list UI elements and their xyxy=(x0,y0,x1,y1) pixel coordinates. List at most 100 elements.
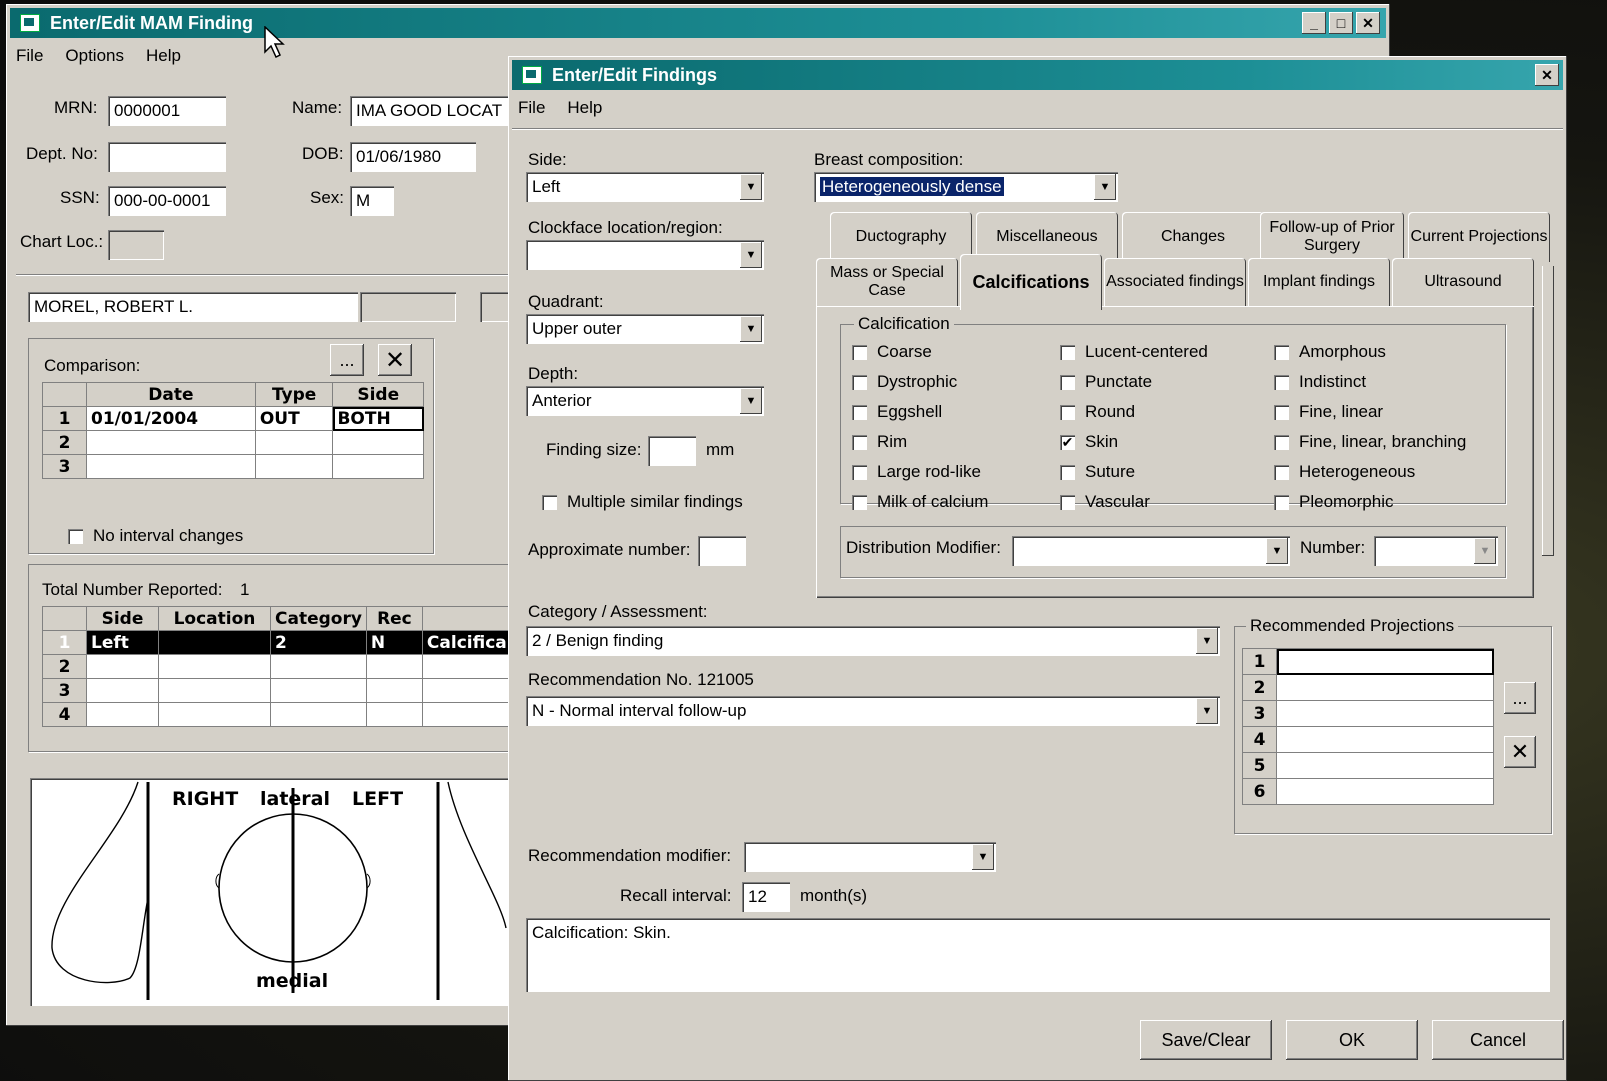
chevron-down-icon[interactable]: ▼ xyxy=(1196,698,1218,724)
suture-checkbox[interactable]: Suture xyxy=(1060,462,1135,482)
table-row[interactable]: 3 xyxy=(42,678,513,703)
table-row[interactable]: 6 xyxy=(1242,778,1494,805)
column-header-type[interactable]: Type xyxy=(254,382,334,407)
cell-category[interactable]: 2 xyxy=(270,630,367,655)
table-row[interactable]: 2 xyxy=(42,654,513,679)
cell-rec[interactable]: N xyxy=(365,630,423,655)
menu-file[interactable]: File xyxy=(16,46,43,66)
approx-number-input[interactable] xyxy=(698,536,746,566)
cell-location[interactable] xyxy=(158,654,271,679)
number-select[interactable]: ▼ xyxy=(1374,536,1498,566)
clockface-select[interactable]: ▼ xyxy=(526,240,764,270)
cell-extra[interactable] xyxy=(421,678,513,703)
tab-ductography[interactable]: Ductography xyxy=(830,212,972,262)
table-row[interactable]: 2 xyxy=(1242,674,1494,701)
ssn-field[interactable]: 000-00-0001 xyxy=(108,186,226,216)
cell-rec[interactable] xyxy=(365,702,423,727)
checkbox-box[interactable] xyxy=(1060,494,1075,510)
large-rod-like-checkbox[interactable]: Large rod-like xyxy=(852,462,981,482)
findings-titlebar[interactable]: Enter/Edit Findings ✕ xyxy=(512,60,1563,90)
checkbox-box[interactable] xyxy=(542,494,557,510)
checkbox-box[interactable] xyxy=(852,494,867,510)
checkbox-box[interactable] xyxy=(1274,344,1289,360)
cancel-button[interactable]: Cancel xyxy=(1432,1020,1564,1060)
chevron-down-icon[interactable]: ▼ xyxy=(972,844,994,870)
cell-category[interactable] xyxy=(270,702,367,727)
quadrant-select[interactable]: Upper outer ▼ xyxy=(526,314,764,344)
cell-location[interactable] xyxy=(158,630,271,655)
extra-field[interactable] xyxy=(480,292,510,322)
column-header-side[interactable]: Side xyxy=(86,606,159,631)
vascular-checkbox[interactable]: Vascular xyxy=(1060,492,1150,512)
projections-more-button[interactable]: ... xyxy=(1504,682,1536,714)
menu-file[interactable]: File xyxy=(518,98,545,118)
cell-category[interactable] xyxy=(270,654,367,679)
chevron-down-icon[interactable]: ▼ xyxy=(740,174,762,200)
checkbox-box[interactable] xyxy=(1274,374,1289,390)
menu-help[interactable]: Help xyxy=(146,46,181,66)
checkbox-box[interactable] xyxy=(852,434,867,450)
close-icon[interactable]: ✕ xyxy=(1535,64,1559,86)
ok-button[interactable]: OK xyxy=(1286,1020,1418,1060)
cell-date[interactable] xyxy=(86,430,256,455)
checkbox-box[interactable] xyxy=(852,404,867,420)
cell-date[interactable]: 01/01/2004 xyxy=(86,406,256,431)
rim-checkbox[interactable]: Rim xyxy=(852,432,907,452)
side-select[interactable]: Left ▼ xyxy=(526,172,764,202)
coarse-checkbox[interactable]: Coarse xyxy=(852,342,932,362)
cell-rec[interactable] xyxy=(365,678,423,703)
cell-location[interactable] xyxy=(158,678,271,703)
physician-code-field[interactable] xyxy=(360,292,456,322)
tab-current-projections[interactable]: Current Projections xyxy=(1408,212,1550,262)
checkbox-box[interactable] xyxy=(1274,434,1289,450)
name-field[interactable]: IMA GOOD LOCAT xyxy=(350,96,510,126)
checkbox-box[interactable] xyxy=(1060,344,1075,360)
table-row[interactable]: 1 01/01/2004 OUT BOTH xyxy=(42,406,424,431)
cell-side[interactable] xyxy=(332,430,424,455)
cell-side[interactable]: BOTH xyxy=(332,406,424,431)
projection-cell[interactable] xyxy=(1276,700,1494,727)
eggshell-checkbox[interactable]: Eggshell xyxy=(852,402,942,422)
column-header-extra[interactable] xyxy=(421,606,513,631)
table-row[interactable]: 3 xyxy=(1242,700,1494,727)
cell-side[interactable]: Left xyxy=(86,630,159,655)
table-row[interactable]: 3 xyxy=(42,454,424,479)
table-row[interactable]: 1 Left 2 N Calcifica xyxy=(42,630,513,655)
chevron-down-icon[interactable]: ▼ xyxy=(1094,174,1116,200)
column-header-rec[interactable]: Rec xyxy=(365,606,423,631)
distribution-select[interactable]: ▼ xyxy=(1012,536,1290,566)
depth-select[interactable]: Anterior ▼ xyxy=(526,386,764,416)
menu-help[interactable]: Help xyxy=(567,98,602,118)
fine-linear-branching-checkbox[interactable]: Fine, linear, branching xyxy=(1274,432,1466,452)
dystrophic-checkbox[interactable]: Dystrophic xyxy=(852,372,957,392)
checkbox-box[interactable] xyxy=(1274,404,1289,420)
column-header-location[interactable]: Location xyxy=(158,606,271,631)
physician-field[interactable]: MOREL, ROBERT L. xyxy=(28,292,358,322)
dept-field[interactable] xyxy=(108,142,226,172)
milk-of-calcium-checkbox[interactable]: Milk of calcium xyxy=(852,492,988,512)
checkbox-box[interactable] xyxy=(1060,374,1075,390)
projection-cell[interactable] xyxy=(1276,648,1494,675)
cell-side[interactable] xyxy=(86,654,159,679)
cell-side[interactable] xyxy=(332,454,424,479)
pleomorphic-checkbox[interactable]: Pleomorphic xyxy=(1274,492,1394,512)
projection-cell[interactable] xyxy=(1276,752,1494,779)
tab-changes[interactable]: Changes xyxy=(1122,212,1264,262)
checkbox-box[interactable] xyxy=(852,464,867,480)
recall-interval-input[interactable]: 12 xyxy=(742,882,790,912)
cell-rec[interactable] xyxy=(365,654,423,679)
tab-implant-findings[interactable]: Implant findings xyxy=(1248,258,1390,306)
cell-side[interactable] xyxy=(86,702,159,727)
mrn-field[interactable]: 0000001 xyxy=(108,96,226,126)
projection-cell[interactable] xyxy=(1276,726,1494,753)
cell-date[interactable] xyxy=(86,454,256,479)
no-interval-checkbox[interactable]: No interval changes xyxy=(68,526,243,546)
breast-diagram[interactable]: RIGHT lateral LEFT medial xyxy=(30,778,510,1006)
heterogeneous-checkbox[interactable]: Heterogeneous xyxy=(1274,462,1415,482)
notes-textarea[interactable]: Calcification: Skin. xyxy=(526,918,1550,992)
cell-location[interactable] xyxy=(158,702,271,727)
indistinct-checkbox[interactable]: Indistinct xyxy=(1274,372,1366,392)
rec-modifier-select[interactable]: ▼ xyxy=(744,842,996,872)
checkbox-box[interactable]: ✔ xyxy=(1060,434,1075,450)
cell-category[interactable] xyxy=(270,678,367,703)
